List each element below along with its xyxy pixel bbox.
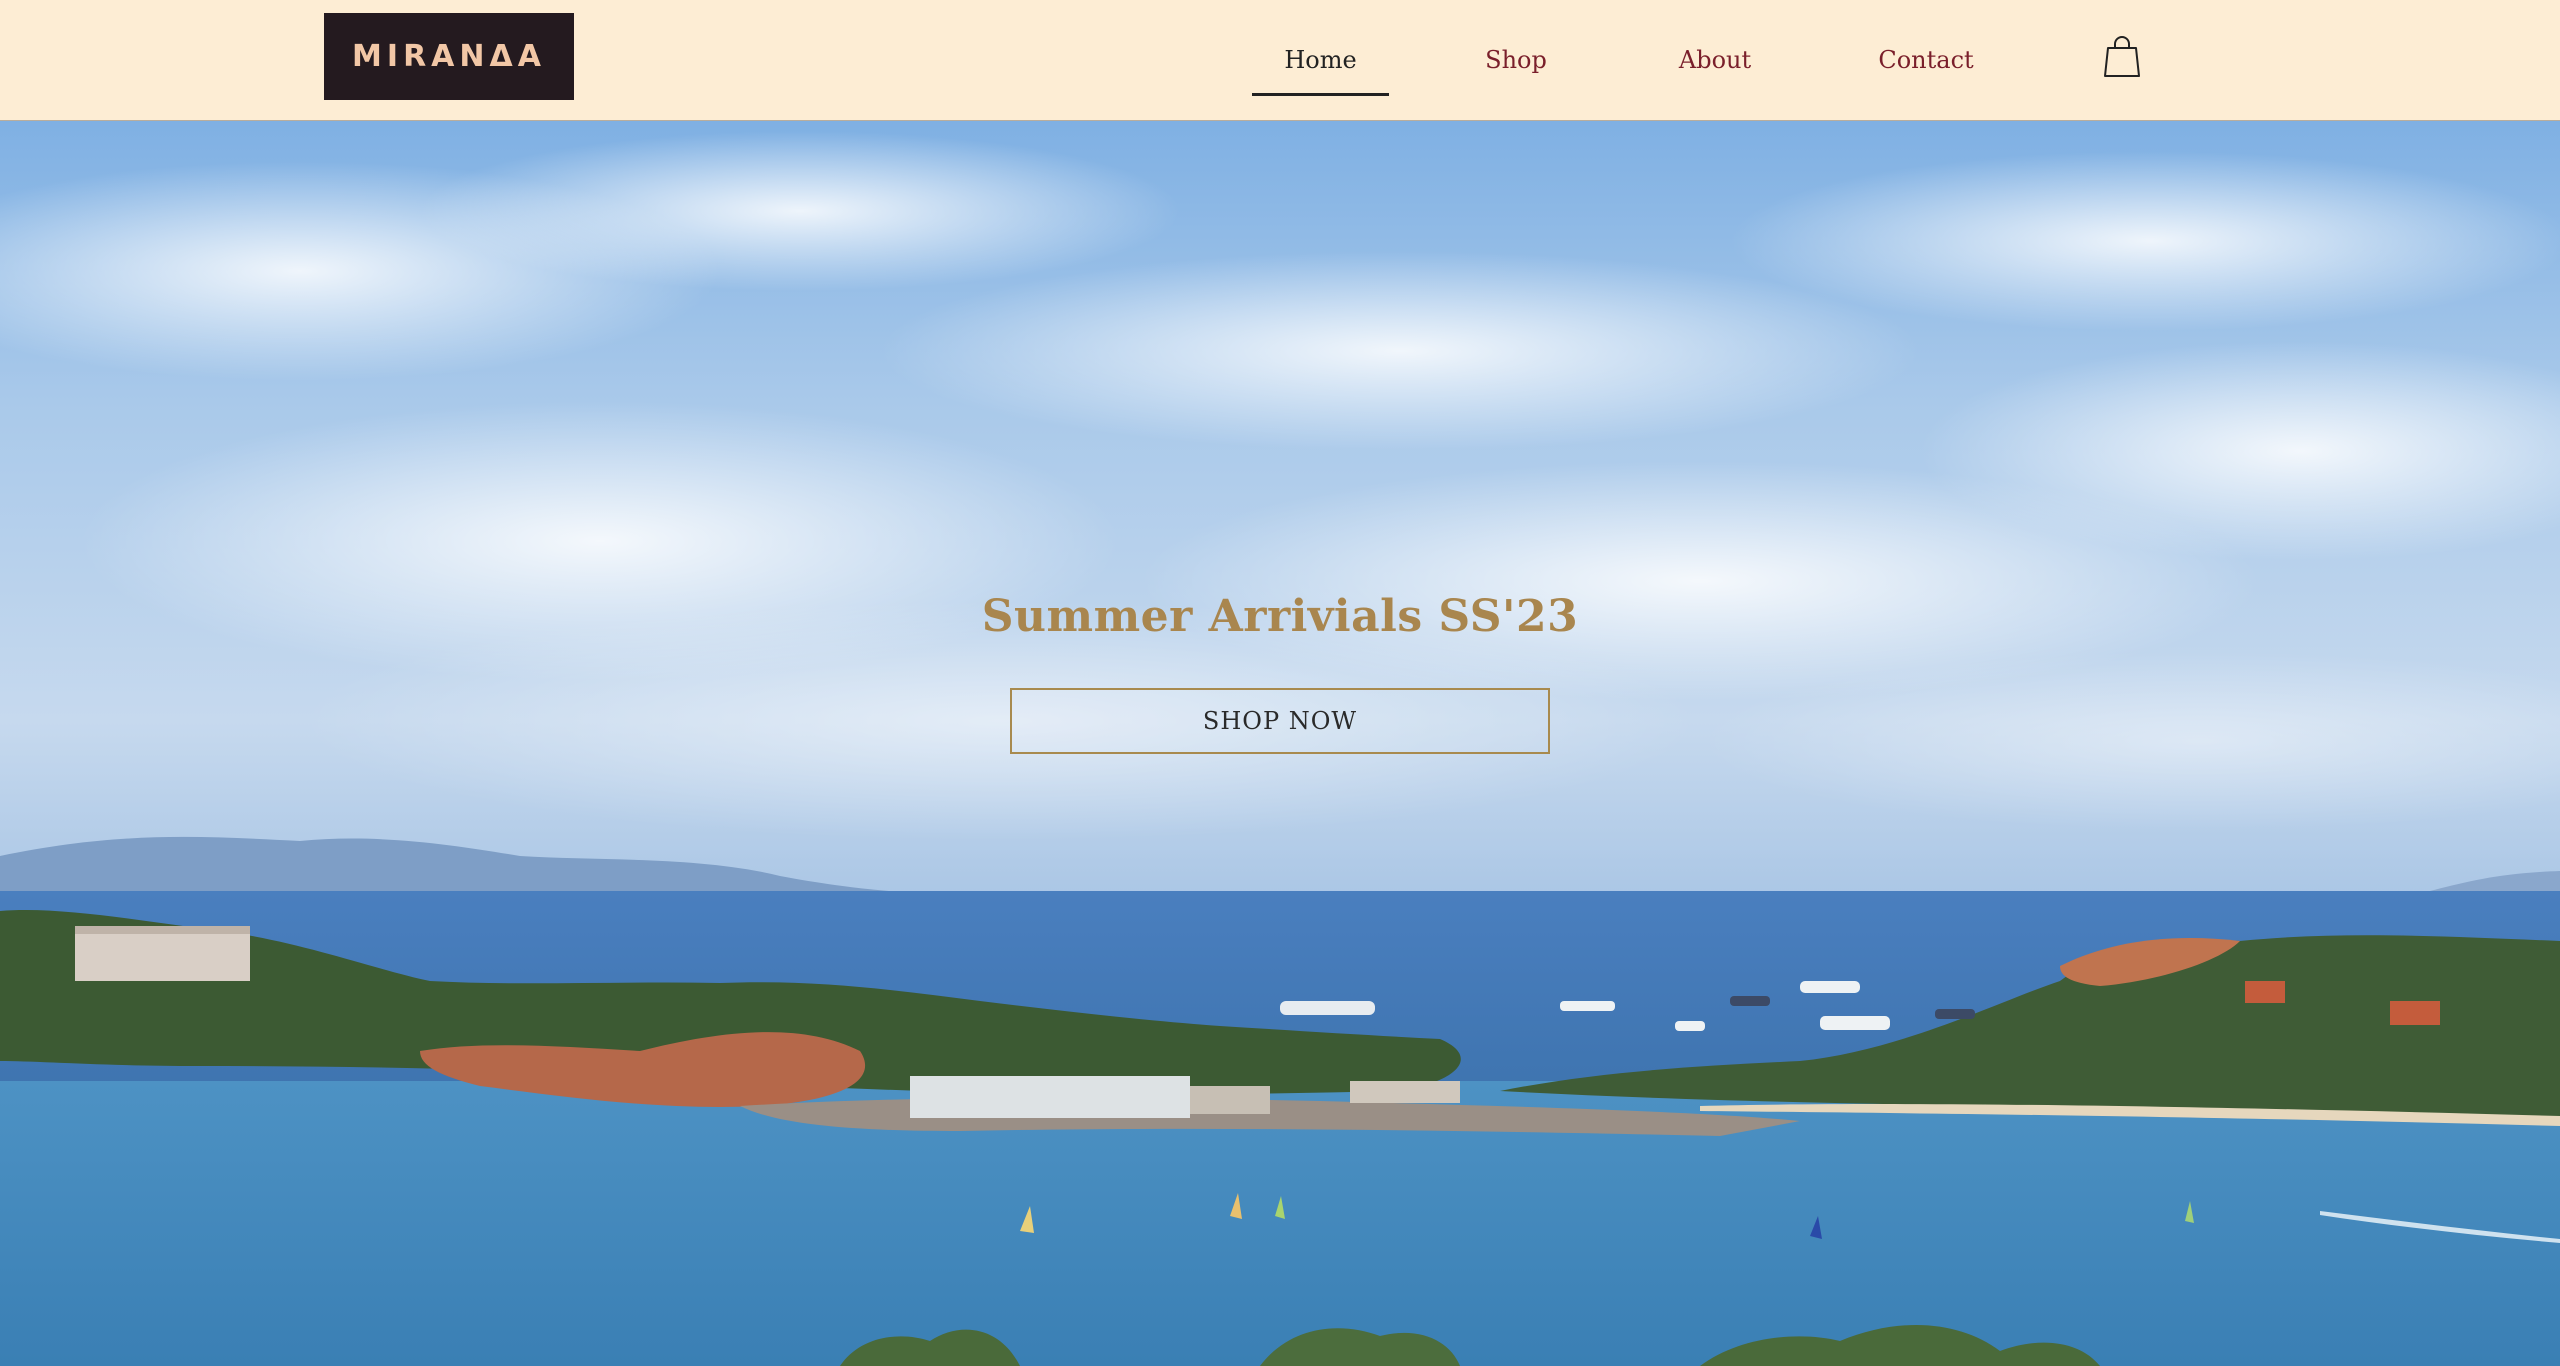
site-header: MIRANΔA Home Shop About Contact <box>0 0 2560 121</box>
nav-item-label: About <box>1678 46 1752 74</box>
nav-item-label: Shop <box>1485 46 1547 74</box>
shop-now-button[interactable]: SHOP NOW <box>1010 688 1550 754</box>
nav-item-label: Contact <box>1878 46 1974 74</box>
nav-item-contact[interactable]: Contact <box>1874 40 1978 96</box>
nav-item-shop[interactable]: Shop <box>1475 40 1557 96</box>
page: MIRANΔA Home Shop About Contact Summer A… <box>0 0 2560 1366</box>
brand-logo-text: MIRANΔA <box>352 39 546 74</box>
hero-title: Summer Arrivials SS'23 <box>981 591 1579 642</box>
shopping-bag-icon[interactable] <box>2104 36 2140 78</box>
nav-item-home[interactable]: Home <box>1252 40 1389 96</box>
hero-banner: Summer Arrivials SS'23 SHOP NOW <box>0 121 2560 1366</box>
shop-now-label: SHOP NOW <box>1202 707 1358 735</box>
nav-item-label: Home <box>1284 46 1357 74</box>
nav-item-about[interactable]: About <box>1668 40 1762 96</box>
brand-logo[interactable]: MIRANΔA <box>324 13 574 100</box>
